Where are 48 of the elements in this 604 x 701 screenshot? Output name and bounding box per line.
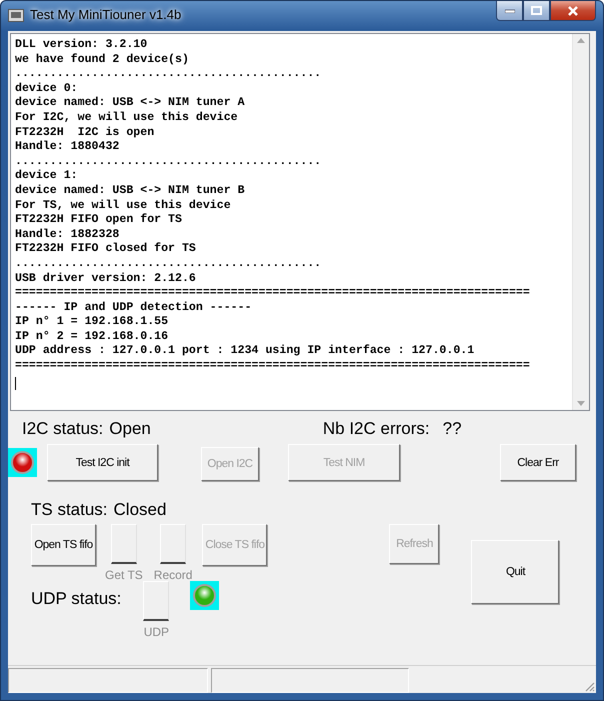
button[interactable]: Test I2C init <box>47 444 158 481</box>
log-line: FT2232H FIFO open for TS <box>15 213 183 228</box>
log-line: ------ IP and UDP detection ------ <box>15 300 253 316</box>
log-line: device 1: <box>15 169 79 184</box>
toggle-label: UDP <box>144 625 170 639</box>
log-line: device 0: <box>15 82 79 96</box>
log-line: FT2232H I2C is open <box>15 126 156 140</box>
log-line: we have found 2 device(s) <box>15 52 190 68</box>
status-label: UDP status: <box>31 589 122 609</box>
status-value: Closed <box>114 500 166 520</box>
log-line: ............................................ <box>15 67 322 82</box>
log-line: USB driver version: 2.12.6 <box>15 272 197 286</box>
close-button[interactable] <box>550 1 596 21</box>
log-line: For I2C, we will use this device <box>15 110 239 126</box>
log-line: Handle: 1882328 <box>15 228 120 242</box>
log-line: ========================================================================== <box>15 286 531 301</box>
minimize-button[interactable] <box>496 1 523 21</box>
text-caret <box>15 376 16 390</box>
log-line: ========================================================================== <box>15 359 531 374</box>
toggle-label: Record <box>154 568 192 582</box>
log-line: device named: USB <-> NIM tuner A <box>15 96 246 111</box>
log-line: FT2232H FIFO closed for TS <box>15 242 197 257</box>
log-line: IP n° 2 = 192.168.0.16 <box>15 330 170 344</box>
log-line: ............................................ <box>15 256 322 272</box>
app-icon <box>8 9 24 23</box>
log-textbox[interactable] <box>10 33 590 411</box>
button[interactable]: Quit <box>471 540 560 604</box>
log-line: IP n° 1 = 192.168.1.55 <box>15 315 170 330</box>
log-line: Handle: 1880432 <box>15 140 120 155</box>
button[interactable]: Clear Err <box>500 444 576 481</box>
status-value: Open <box>109 419 151 439</box>
log-line: ............................................ <box>15 154 322 170</box>
maximize-button[interactable] <box>523 1 550 21</box>
toggle-label: Get TS <box>105 568 143 582</box>
status-label: I2C status: <box>22 419 104 439</box>
button[interactable]: Open TS fifo <box>31 524 96 566</box>
close-icon <box>567 6 579 16</box>
log-line: DLL version: 3.2.10 <box>15 38 148 53</box>
status-value: ?? <box>442 419 462 439</box>
maximize-icon <box>531 6 542 15</box>
status-label: TS status: <box>31 500 108 520</box>
status-label: Nb I2C errors: <box>322 419 430 439</box>
log-line: UDP address : 127.0.0.1 port : 1234 using IP interface : 127.0.0.1 <box>15 344 476 360</box>
log-line: device named: USB <-> NIM tuner B <box>15 184 246 199</box>
resize-grip-icon[interactable] <box>583 680 595 692</box>
minimize-icon <box>504 8 514 12</box>
log-line: For TS, we will use this device <box>15 198 232 213</box>
window-title: Test My MiniTiouner v1.4b <box>30 7 182 22</box>
